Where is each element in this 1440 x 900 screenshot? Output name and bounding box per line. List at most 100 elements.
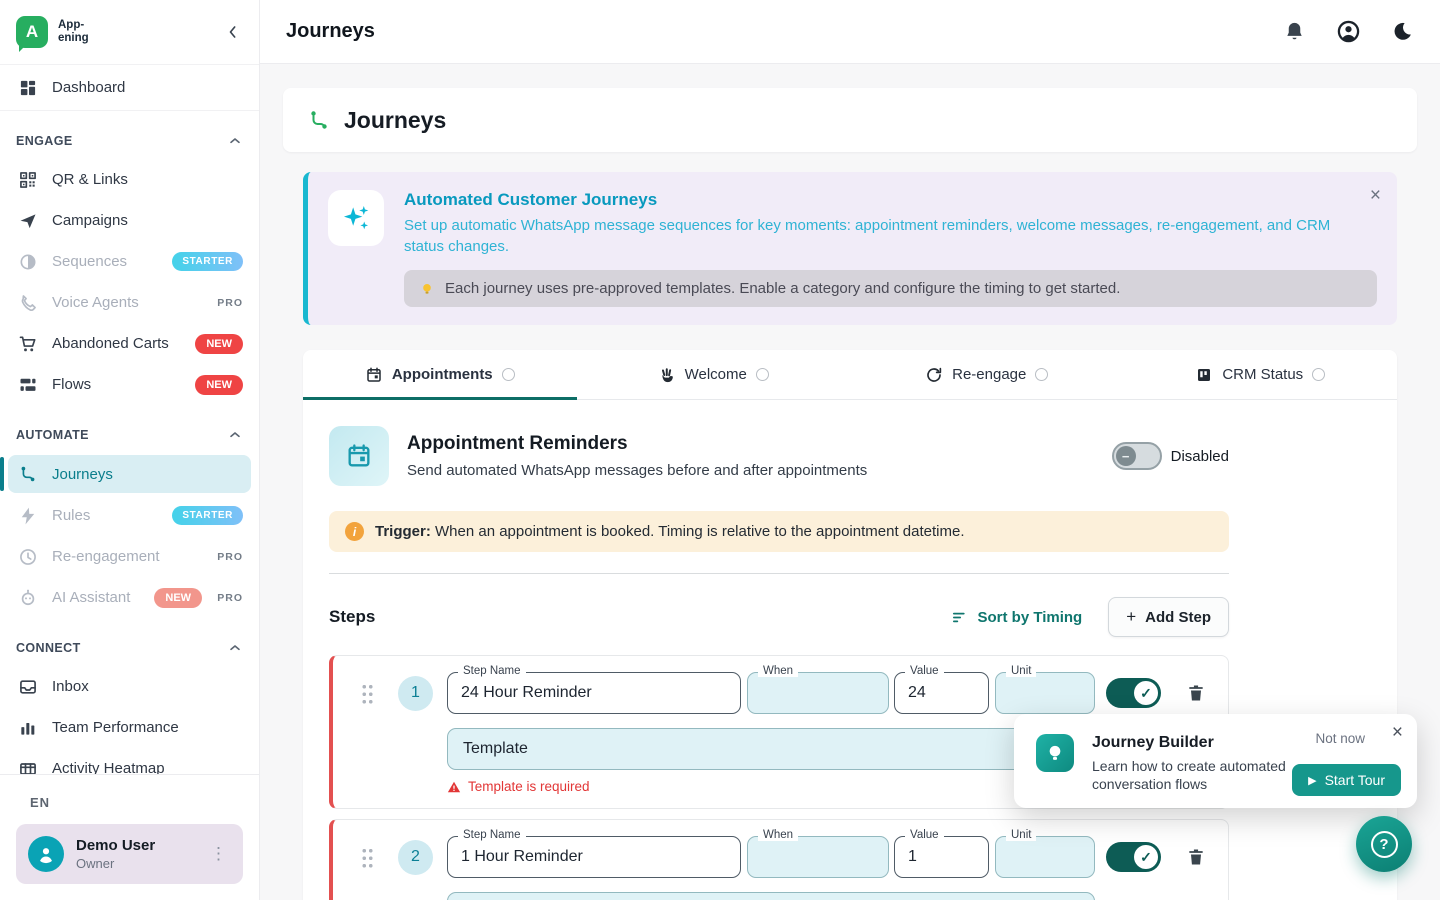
language-selector[interactable]: EN	[16, 789, 243, 824]
tour-close-icon[interactable]: ×	[1392, 722, 1403, 744]
value-field: Value	[894, 836, 989, 878]
top-bar: Journeys	[260, 0, 1440, 64]
sidebar-item-sequences[interactable]: Sequences STARTER	[0, 241, 259, 282]
step-name-input[interactable]	[448, 673, 740, 713]
add-step-button[interactable]: + Add Step	[1108, 597, 1229, 637]
tab-status-indicator	[1312, 368, 1325, 381]
sort-icon	[951, 609, 968, 626]
chevron-up-icon	[227, 133, 243, 149]
banner-title: Automated Customer Journeys	[404, 190, 1377, 210]
sidebar-nav: Dashboard ENGAGE QR & Links Campaigns Se…	[0, 64, 259, 774]
brand-letter: A	[26, 22, 38, 42]
drag-handle-icon[interactable]	[361, 847, 374, 868]
tour-body: Learn how to create automated conversati…	[1092, 757, 1302, 793]
cart-icon	[18, 334, 38, 354]
sidebar-item-campaigns[interactable]: Campaigns	[0, 200, 259, 241]
bell-icon	[1283, 20, 1306, 43]
bar-chart-icon	[18, 718, 38, 738]
tab-crm-status[interactable]: CRM Status	[1124, 350, 1398, 399]
sidebar-item-rules[interactable]: Rules STARTER	[0, 495, 259, 536]
chevron-up-icon	[227, 640, 243, 656]
category-enable-toggle[interactable]: −	[1112, 442, 1162, 470]
clock-icon	[18, 547, 38, 567]
banner-tip: Each journey uses pre-approved templates…	[404, 270, 1377, 307]
lightbulb-icon	[420, 282, 434, 296]
pro-tag: PRO	[217, 297, 243, 309]
when-select[interactable]: When	[747, 836, 889, 878]
brand-name: App- ening	[58, 19, 89, 44]
sidebar-item-inbox[interactable]: Inbox	[0, 666, 259, 707]
steps-header: Steps Sort by Timing + Add Step	[329, 597, 1229, 637]
tab-welcome[interactable]: Welcome	[577, 350, 851, 399]
account-button[interactable]	[1336, 19, 1361, 44]
calendar-icon	[329, 426, 389, 486]
step-number: 2	[398, 840, 433, 875]
sidebar-item-ai-assistant[interactable]: AI Assistant NEW PRO	[0, 577, 259, 618]
send-icon	[18, 211, 38, 231]
delete-step-button[interactable]	[1186, 683, 1206, 703]
inbox-icon	[18, 677, 38, 697]
value-input[interactable]	[895, 837, 988, 877]
user-card[interactable]: Demo User Owner ⋮	[16, 824, 243, 884]
start-tour-button[interactable]: ▶ Start Tour	[1292, 764, 1401, 796]
sidebar-item-re-engagement[interactable]: Re-engagement PRO	[0, 536, 259, 577]
info-banner: × Automated Customer Journeys Set up aut…	[303, 172, 1397, 325]
dark-mode-button[interactable]	[1391, 20, 1414, 43]
tab-re-engage[interactable]: Re-engage	[850, 350, 1124, 399]
steps-heading: Steps	[329, 607, 375, 627]
warning-icon	[447, 780, 461, 794]
trash-icon	[1186, 683, 1206, 703]
sort-by-timing-button[interactable]: Sort by Timing	[951, 609, 1082, 626]
nav-group-engage[interactable]: ENGAGE	[0, 111, 259, 159]
starter-badge: STARTER	[172, 506, 243, 525]
template-select[interactable]: Template	[447, 728, 1095, 770]
sidebar-collapse-button[interactable]	[223, 22, 243, 42]
sidebar-item-flows[interactable]: Flows NEW	[0, 364, 259, 405]
user-name: Demo User	[76, 837, 155, 854]
nav-group-connect[interactable]: CONNECT	[0, 618, 259, 666]
unit-select[interactable]: Unit	[995, 672, 1095, 714]
sidebar-item-abandoned-carts[interactable]: Abandoned Carts NEW	[0, 323, 259, 364]
drag-handle-icon[interactable]	[361, 683, 374, 704]
nav-group-automate[interactable]: AUTOMATE	[0, 405, 259, 453]
step-enabled-toggle[interactable]: ✓	[1106, 842, 1161, 872]
value-input[interactable]	[895, 673, 988, 713]
account-circle-icon	[1336, 19, 1361, 44]
category-tabs: Appointments Welcome Re-engage CRM Statu…	[303, 350, 1397, 400]
sidebar-item-voice-agents[interactable]: Voice Agents PRO	[0, 282, 259, 323]
flows-icon	[18, 375, 38, 395]
notifications-button[interactable]	[1283, 20, 1306, 43]
sidebar-item-label: Dashboard	[52, 79, 125, 96]
new-badge: NEW	[195, 334, 243, 354]
when-select[interactable]: When	[747, 672, 889, 714]
plus-icon: +	[1126, 607, 1136, 627]
bolt-icon	[18, 506, 38, 526]
delete-step-button[interactable]	[1186, 847, 1206, 867]
tab-status-indicator	[502, 368, 515, 381]
sidebar-item-team-performance[interactable]: Team Performance	[0, 707, 259, 748]
trash-icon	[1186, 847, 1206, 867]
sidebar-item-activity-heatmap[interactable]: Activity Heatmap	[0, 748, 259, 774]
tour-dismiss-button[interactable]: Not now	[1315, 731, 1365, 746]
trigger-info-bar: i Trigger: When an appointment is booked…	[329, 511, 1229, 552]
chevron-left-icon	[223, 22, 243, 42]
step-name-field: Step Name	[447, 672, 741, 714]
play-icon: ▶	[1308, 774, 1316, 787]
lightbulb-icon	[1036, 734, 1074, 772]
template-select[interactable]: Template	[447, 892, 1095, 900]
check-icon: ✓	[1140, 849, 1152, 866]
step-card-2: 2 Step Name When Value Unit	[329, 819, 1229, 900]
category-header: Appointment Reminders Send automated Wha…	[329, 426, 1229, 486]
step-name-input[interactable]	[448, 837, 740, 877]
toggle-status-label: Disabled	[1171, 448, 1229, 465]
tab-appointments[interactable]: Appointments	[303, 350, 577, 399]
banner-close-icon[interactable]: ×	[1370, 186, 1381, 205]
journey-builder-tour-popup: Journey Builder Learn how to create auto…	[1014, 714, 1417, 808]
unit-select[interactable]: Unit	[995, 836, 1095, 878]
help-button[interactable]: ?	[1356, 816, 1412, 872]
sidebar-item-dashboard[interactable]: Dashboard	[0, 65, 259, 111]
sidebar-item-journeys[interactable]: Journeys	[8, 455, 251, 493]
user-menu-button[interactable]: ⋮	[206, 840, 231, 868]
step-enabled-toggle[interactable]: ✓	[1106, 678, 1161, 708]
sidebar-item-qr-links[interactable]: QR & Links	[0, 159, 259, 200]
